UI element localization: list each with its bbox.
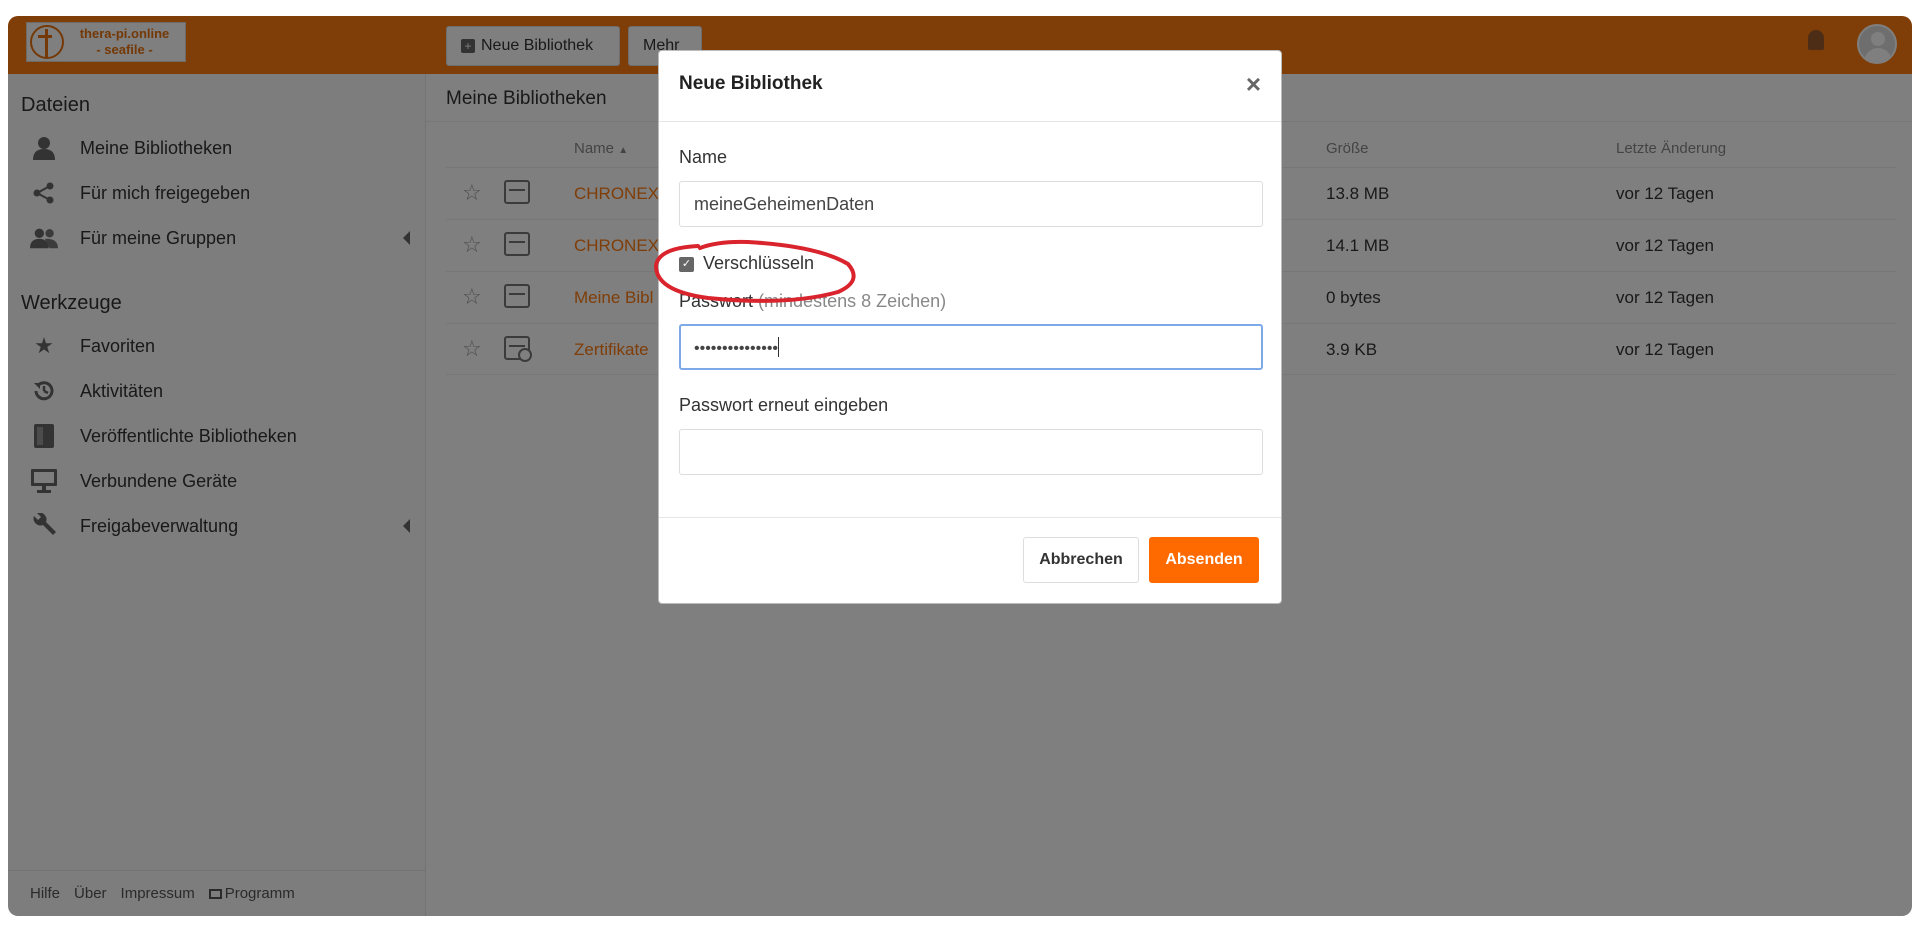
dialog-title: Neue Bibliothek bbox=[679, 73, 823, 94]
text-cursor bbox=[778, 337, 780, 357]
new-library-dialog: Neue Bibliothek × Name meineGeheimenDate… bbox=[658, 50, 1282, 604]
dialog-footer-divider bbox=[659, 517, 1281, 518]
cancel-button[interactable]: Abbrechen bbox=[1023, 537, 1139, 583]
submit-button[interactable]: Absenden bbox=[1149, 537, 1259, 583]
annotation-circle bbox=[653, 239, 856, 303]
password-repeat-label: Passwort erneut eingeben bbox=[679, 395, 889, 415]
library-name-input[interactable]: meineGeheimenDaten bbox=[679, 181, 1263, 227]
password-repeat-input[interactable] bbox=[679, 429, 1263, 475]
app-window: thera-pi.online - seafile - + Neue Bibli… bbox=[8, 16, 1912, 916]
name-label: Name bbox=[679, 147, 728, 167]
close-icon[interactable]: × bbox=[1246, 69, 1261, 100]
password-dots: ••••••••••••••• bbox=[694, 340, 779, 357]
password-input[interactable]: ••••••••••••••• bbox=[679, 324, 1263, 370]
dialog-header-divider bbox=[659, 121, 1281, 122]
